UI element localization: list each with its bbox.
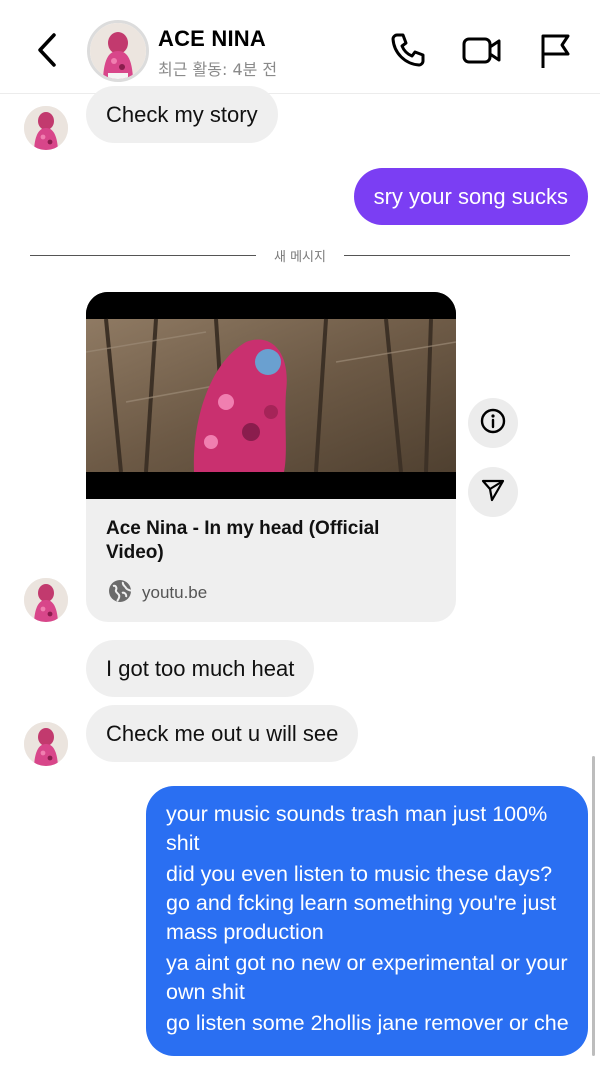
last-active-status: 최근 활동: 4분 전 <box>158 60 278 79</box>
link-title[interactable]: Ace Nina - In my head (Official Video) <box>106 517 436 565</box>
chat-header: ACE NINA 최근 활동: 4분 전 <box>0 0 600 94</box>
outgoing-message[interactable]: ya aint got no new or experimental or yo… <box>166 949 570 1007</box>
share-button[interactable] <box>468 467 518 517</box>
scrollbar[interactable] <box>592 756 595 1056</box>
globe-icon <box>108 579 132 608</box>
new-messages-divider: 새 메시지 <box>274 250 326 265</box>
outgoing-message-group[interactable]: your music sounds trash man just 100% sh… <box>146 786 588 1056</box>
info-icon <box>480 408 506 439</box>
phone-icon[interactable] <box>388 30 428 70</box>
outgoing-message[interactable]: go listen some 2hollis jane remover or c… <box>166 1009 570 1038</box>
outgoing-message[interactable]: did you even listen to music these days?… <box>166 860 570 947</box>
send-icon <box>480 477 506 508</box>
link-domain: youtu.be <box>142 583 208 602</box>
link-preview-card[interactable]: Ace Nina - In my head (Official Video) y… <box>86 292 456 622</box>
outgoing-message[interactable]: your music sounds trash man just 100% sh… <box>166 800 570 858</box>
back-chevron-icon[interactable] <box>30 30 66 70</box>
video-thumbnail[interactable] <box>86 292 456 499</box>
link-source: youtu.be <box>108 579 208 608</box>
sender-avatar[interactable] <box>24 578 68 622</box>
video-camera-icon[interactable] <box>462 30 502 70</box>
sender-avatar[interactable] <box>24 722 68 766</box>
info-button[interactable] <box>468 398 518 448</box>
outgoing-message[interactable]: sry your song sucks <box>353 168 588 225</box>
sender-avatar[interactable] <box>24 106 68 150</box>
contact-name[interactable]: ACE NINA <box>158 26 266 52</box>
profile-avatar[interactable] <box>87 20 149 82</box>
incoming-message[interactable]: Check me out u will see <box>86 705 359 762</box>
incoming-message[interactable]: Check my story <box>86 86 278 143</box>
flag-icon[interactable] <box>536 30 576 70</box>
incoming-message[interactable]: I got too much heat <box>86 640 315 697</box>
